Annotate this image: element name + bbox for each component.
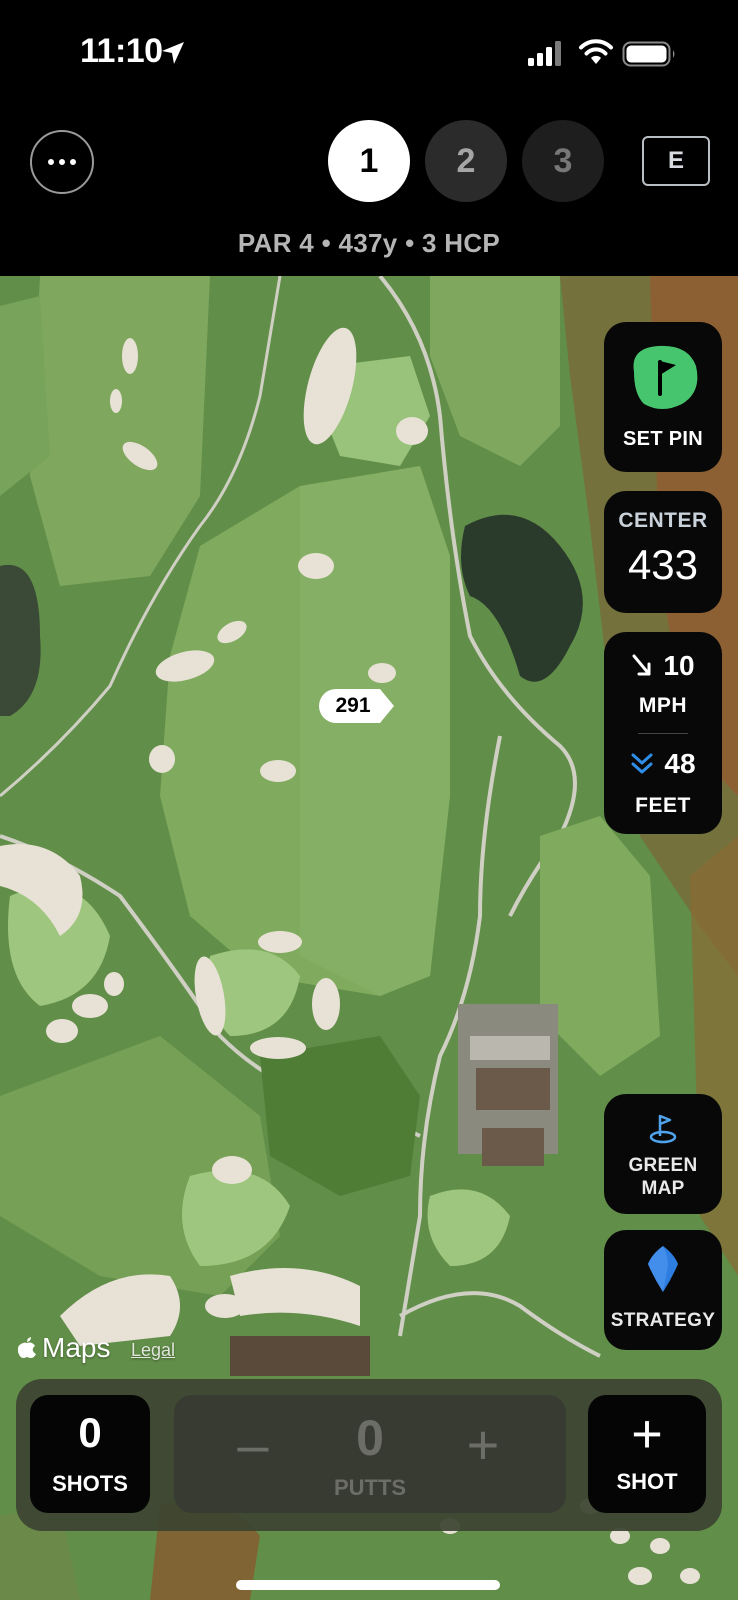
gem-icon [648, 1246, 678, 1292]
ellipsis-dot [70, 159, 76, 165]
green-map-icon [649, 1114, 677, 1144]
distance-marker[interactable]: 291 [318, 688, 396, 724]
status-bar: 11:10 [0, 0, 738, 100]
add-shot-label: SHOT [616, 1469, 678, 1494]
green-map-label: GREEN MAP [604, 1154, 722, 1200]
putts-increment-button[interactable]: + [458, 1415, 508, 1475]
course-map[interactable]: 291 SET PIN CENTER 433 10 MPH 48 FEET GR… [0, 276, 738, 1600]
add-shot-button[interactable]: + SHOT [588, 1395, 706, 1513]
maps-attribution: Maps [18, 1332, 110, 1364]
green-map-label-line2: MAP [641, 1178, 685, 1199]
wind-direction-icon [632, 654, 651, 676]
score-bar: 0 SHOTS – 0 PUTTS + + SHOT [16, 1379, 722, 1531]
elevation-unit: FEET [635, 794, 691, 817]
legal-link[interactable]: Legal [131, 1340, 175, 1361]
shots-count: 0 [78, 1409, 102, 1456]
distance-marker-label: 291 [335, 694, 371, 717]
ellipsis-icon [48, 159, 54, 165]
putts-stepper: – 0 PUTTS + [174, 1395, 566, 1513]
apple-logo-icon [18, 1337, 36, 1358]
cellular-signal-icon [528, 41, 561, 66]
set-pin-button[interactable]: SET PIN [604, 322, 722, 472]
center-distance-panel[interactable]: CENTER 433 [604, 491, 722, 613]
green-map-label-line1: GREEN [628, 1155, 698, 1176]
strategy-label: STRATEGY [610, 1310, 716, 1331]
elevation-down-icon [631, 753, 653, 774]
hole-2-button[interactable]: 2 [425, 120, 507, 202]
set-pin-label: SET PIN [623, 428, 703, 450]
putts-count: 0 [356, 1410, 384, 1466]
elevation-row: 48 [604, 748, 722, 780]
wifi-icon [579, 39, 613, 64]
hole-3-button[interactable]: 3 [522, 120, 604, 202]
hole-header: 1 2 3 E PAR 4 • 437y • 3 HCP [0, 100, 738, 276]
green-map-button[interactable]: GREEN MAP [604, 1094, 722, 1214]
hole-1-button[interactable]: 1 [328, 120, 410, 202]
putts-decrement-button[interactable]: – [228, 1415, 278, 1475]
elevation-value: 48 [664, 748, 696, 779]
maps-attribution-text: Maps [42, 1332, 111, 1363]
shots-counter[interactable]: 0 SHOTS [30, 1395, 150, 1513]
center-distance-value: 433 [627, 541, 699, 588]
hole-info: PAR 4 • 437y • 3 HCP [237, 228, 501, 258]
putts-label: PUTTS [333, 1475, 407, 1500]
flag-icon [633, 345, 698, 409]
home-indicator[interactable] [236, 1580, 500, 1590]
strategy-button[interactable]: STRATEGY [604, 1230, 722, 1350]
center-label: CENTER [618, 509, 708, 532]
shots-label: SHOTS [52, 1471, 128, 1496]
status-time: 11:10 [80, 32, 163, 70]
wind-speed-unit: MPH [638, 694, 688, 717]
more-options-button[interactable] [30, 130, 94, 194]
ellipsis-dot [59, 159, 65, 165]
wind-speed-value: 10 [663, 650, 695, 681]
battery-icon [622, 41, 675, 67]
tee-selector-button[interactable]: E [642, 136, 710, 186]
wind-speed-row: 10 [604, 650, 722, 682]
plus-icon: + [631, 1404, 663, 1464]
divider [638, 733, 688, 734]
location-arrow-icon [162, 42, 184, 64]
wind-elevation-panel[interactable]: 10 MPH 48 FEET [604, 632, 722, 834]
